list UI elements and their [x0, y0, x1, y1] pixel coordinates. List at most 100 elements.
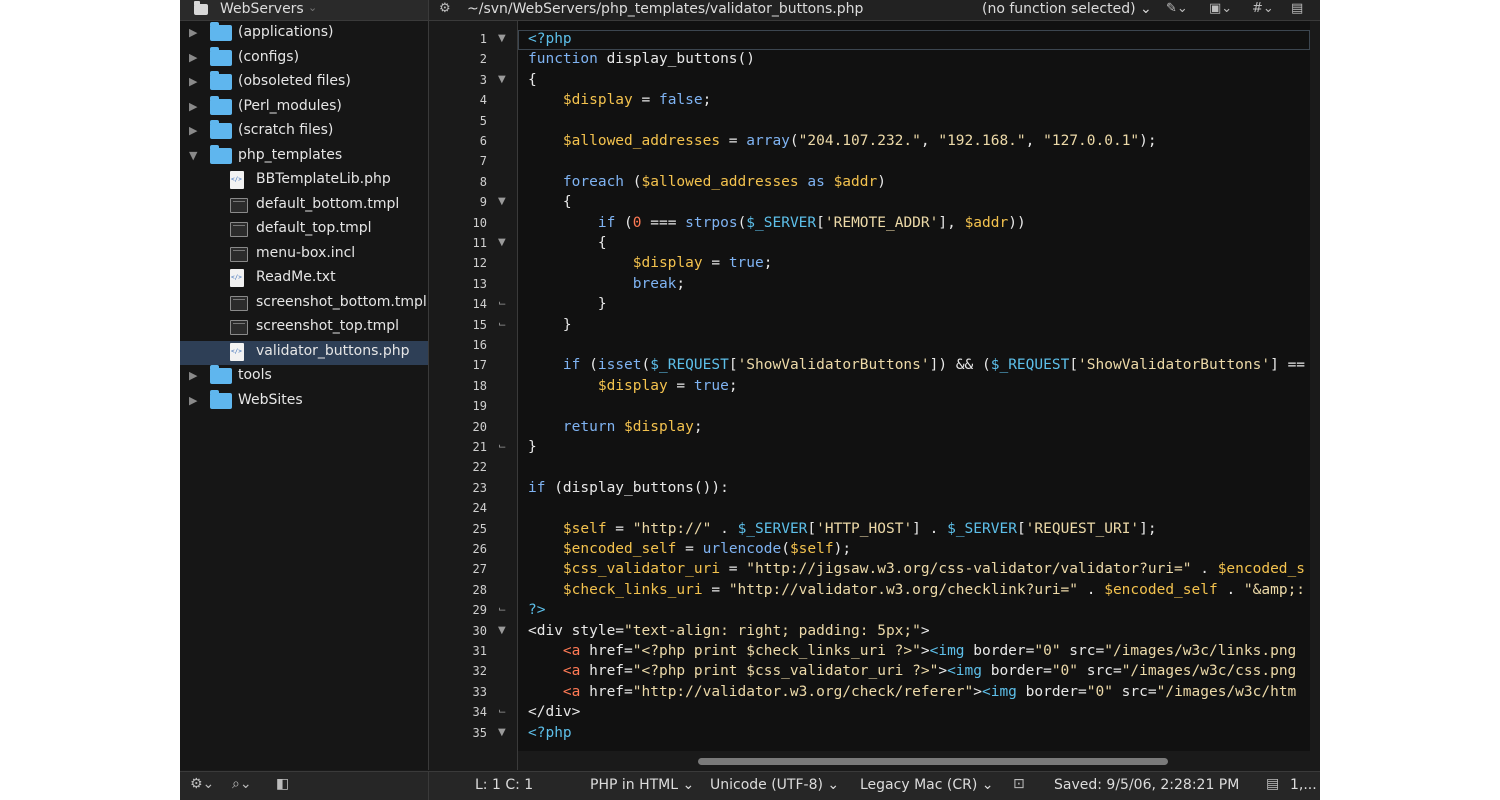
fold-toggle-icon[interactable]: ▼: [498, 33, 506, 44]
code-line[interactable]: $display = false;: [528, 92, 711, 108]
language-menu[interactable]: PHP in HTML ⌄: [590, 777, 694, 793]
search-icon[interactable]: ⌕⌄: [232, 776, 252, 792]
fold-end-icon[interactable]: ⌙: [498, 706, 506, 717]
code-line[interactable]: if (display_buttons()):: [528, 480, 729, 496]
document-icon: [230, 171, 244, 189]
tree-folder[interactable]: ▶ tools: [180, 365, 428, 389]
code-token: $_REQUEST: [650, 357, 729, 374]
code-line[interactable]: $encoded_self = urlencode($self);: [528, 541, 851, 557]
code-token: <?php: [528, 724, 572, 741]
function-menu[interactable]: (no function selected) ⌄: [982, 1, 1152, 17]
gear-icon[interactable]: ⚙: [439, 1, 451, 16]
file-path[interactable]: ~/svn/WebServers/php_templates/validator…: [467, 1, 863, 17]
tree-file[interactable]: menu-box.incl: [180, 243, 428, 267]
disclosure-expanded-icon[interactable]: ▼: [189, 149, 197, 162]
code-line[interactable]: if (0 === strpos($_SERVER['REMOTE_ADDR']…: [528, 215, 1026, 231]
fold-toggle-icon[interactable]: ▼: [498, 237, 506, 248]
tree-file[interactable]: default_top.tmpl: [180, 218, 428, 242]
fold-end-icon[interactable]: ⌙: [498, 604, 506, 615]
code-line[interactable]: {: [528, 194, 572, 210]
code-line[interactable]: </div>: [528, 704, 580, 720]
document-stats[interactable]: 1,...: [1290, 777, 1317, 793]
code-line[interactable]: break;: [528, 276, 685, 292]
fold-end-icon[interactable]: ⌙: [498, 298, 506, 309]
sidebar-toggle-icon[interactable]: ◧: [276, 776, 289, 792]
horizontal-scrollbar[interactable]: [518, 753, 1310, 770]
tree-file[interactable]: default_bottom.tmpl: [180, 194, 428, 218]
disclosure-collapsed-icon[interactable]: ▶: [189, 369, 197, 382]
code-line[interactable]: return $display;: [528, 419, 703, 435]
folder-icon: [210, 95, 232, 115]
disclosure-collapsed-icon[interactable]: ▶: [189, 26, 197, 39]
code-line[interactable]: if (isset($_REQUEST['ShowValidatorButton…: [528, 357, 1305, 373]
code-editor[interactable]: <?php function display_buttons() { $displa…: [518, 21, 1310, 751]
sidebar-header[interactable]: WebServers ⌄: [180, 0, 428, 21]
fold-toggle-icon[interactable]: ▼: [498, 727, 506, 738]
code-line[interactable]: <?php: [528, 31, 572, 47]
fold-end-icon[interactable]: ⌙: [498, 441, 506, 452]
code-line[interactable]: <a href="<?php print $css_validator_uri …: [528, 663, 1296, 679]
code-line[interactable]: foreach ($allowed_addresses as $addr): [528, 174, 886, 190]
disclosure-collapsed-icon[interactable]: ▶: [189, 394, 197, 407]
code-line[interactable]: $self = "http://" . $_SERVER['HTTP_HOST'…: [528, 521, 1157, 537]
code-line[interactable]: $display = true;: [528, 378, 738, 394]
code-line[interactable]: {: [528, 235, 607, 251]
code-line[interactable]: function display_buttons(): [528, 51, 755, 67]
code-line[interactable]: }: [528, 296, 607, 312]
code-line[interactable]: $allowed_addresses = array("204.107.232.…: [528, 133, 1157, 149]
code-line[interactable]: $display = true;: [528, 255, 773, 271]
code-line[interactable]: {: [528, 72, 537, 88]
tree-folder[interactable]: ▼ php_templates: [180, 144, 428, 169]
page-icon[interactable]: ▤: [1291, 1, 1303, 16]
code-line[interactable]: $check_links_uri = "http://validator.w3.…: [528, 582, 1305, 598]
tree-file[interactable]: screenshot_top.tmpl: [180, 316, 428, 340]
line-endings-menu[interactable]: Legacy Mac (CR) ⌄: [860, 777, 993, 793]
tree-folder[interactable]: ▶ (configs): [180, 46, 428, 71]
file-sidebar: WebServers ⌄ ▶ (applications) ▶ (configs) ▶ (…: [180, 0, 429, 770]
code-line[interactable]: $css_validator_uri = "http://jigsaw.w3.o…: [528, 561, 1305, 577]
tree-folder[interactable]: ▶ WebSites: [180, 389, 428, 414]
code-line[interactable]: ?>: [528, 602, 545, 618]
gear-icon[interactable]: ⚙⌄: [190, 776, 214, 792]
code-line[interactable]: <a href="<?php print $check_links_uri ?>…: [528, 643, 1296, 659]
tree-file[interactable]: screenshot_bottom.tmpl: [180, 292, 428, 316]
code-token: 'REQUEST_URI': [1025, 520, 1140, 537]
fold-end-icon[interactable]: ⌙: [498, 319, 506, 330]
pen-icon[interactable]: ✎⌄: [1166, 1, 1188, 16]
code-token: ] .: [912, 520, 948, 537]
scrollbar-thumb[interactable]: [698, 758, 1168, 765]
encoding-menu[interactable]: Unicode (UTF-8) ⌄: [710, 777, 839, 793]
fold-toggle-icon[interactable]: ▼: [498, 196, 506, 207]
code-line[interactable]: <div style="text-align: right; padding: …: [528, 623, 930, 639]
tree-folder[interactable]: ▶ (Perl_modules): [180, 95, 428, 120]
line-number: 2: [479, 52, 487, 67]
tree-item-label: (scratch files): [238, 122, 334, 138]
line-number: 7: [479, 154, 487, 169]
disclosure-collapsed-icon[interactable]: ▶: [189, 51, 197, 64]
fold-toggle-icon[interactable]: ▼: [498, 625, 506, 636]
disclosure-collapsed-icon[interactable]: ▶: [189, 124, 197, 137]
tree-file[interactable]: validator_buttons.php: [180, 340, 428, 365]
tree-file[interactable]: BBTemplateLib.php: [180, 169, 428, 193]
code-token: {: [528, 71, 537, 88]
document-icon[interactable]: ▣⌄: [1209, 1, 1232, 16]
tree-folder[interactable]: ▶ (applications): [180, 22, 428, 46]
tree-folder[interactable]: ▶ (obsoleted files): [180, 71, 428, 95]
hash-icon[interactable]: #⌄: [1252, 1, 1274, 16]
fold-toggle-icon[interactable]: ▼: [498, 74, 506, 85]
code-line[interactable]: }: [528, 439, 537, 455]
disclosure-collapsed-icon[interactable]: ▶: [189, 75, 197, 88]
tree-item-label: validator_buttons.php: [256, 342, 410, 359]
disclosure-collapsed-icon[interactable]: ▶: [189, 100, 197, 113]
tree-file[interactable]: ReadMe.txt: [180, 267, 428, 291]
code-token: );: [1139, 133, 1157, 149]
code-line[interactable]: <a href="http://validator.w3.org/check/r…: [528, 684, 1296, 700]
tree-folder[interactable]: ▶ (scratch files): [180, 120, 428, 144]
document-icon[interactable]: ▤: [1266, 776, 1279, 792]
cursor-position[interactable]: L: 1 C: 1: [475, 777, 533, 793]
line-number: 35: [472, 725, 487, 740]
code-line[interactable]: }: [528, 317, 572, 333]
lock-icon[interactable]: ⊡: [1013, 776, 1025, 792]
code-line[interactable]: <?php: [528, 725, 572, 741]
